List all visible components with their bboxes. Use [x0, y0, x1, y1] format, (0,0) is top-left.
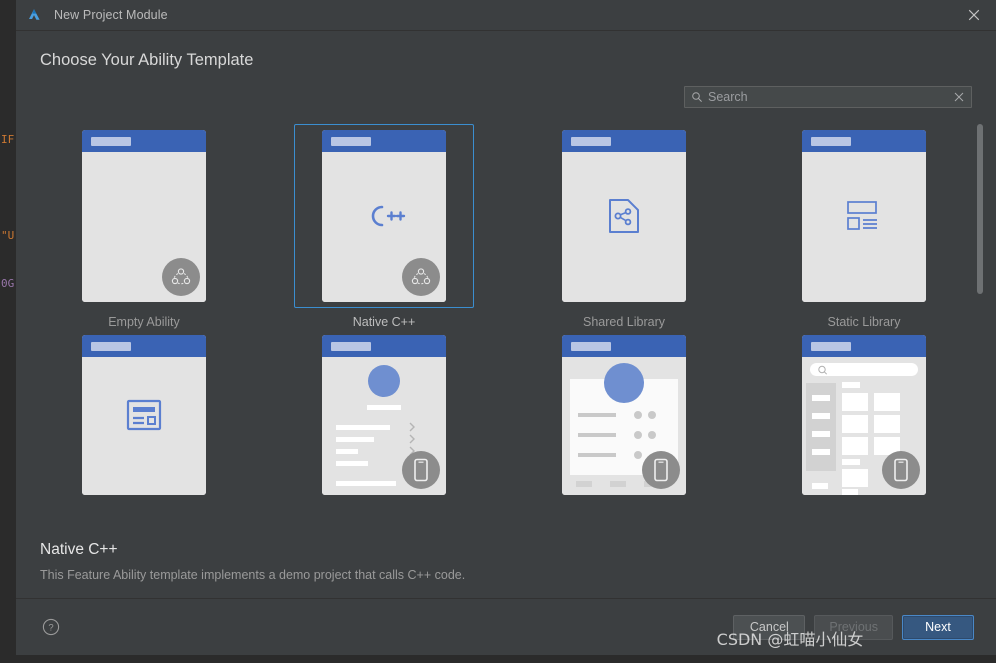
library-layout-icon	[802, 200, 926, 232]
template-label: Static Library	[827, 315, 901, 329]
template-card-shared-library[interactable]: Shared Library	[504, 124, 744, 329]
svg-text:?: ?	[48, 623, 53, 634]
template-card-frame[interactable]	[54, 329, 234, 501]
cancel-button[interactable]: Cancel	[733, 614, 806, 640]
template-preview	[562, 335, 686, 495]
preview-appbar	[82, 335, 206, 357]
template-card-empty-ability[interactable]: Empty Ability	[24, 124, 264, 329]
preview-appbar	[802, 335, 926, 357]
template-preview	[82, 130, 206, 302]
new-project-module-dialog: New Project Module Choose Your Ability T…	[16, 0, 996, 655]
template-preview	[562, 130, 686, 302]
template-card-row2-4[interactable]	[744, 329, 984, 501]
page-title: Choose Your Ability Template	[40, 51, 254, 69]
template-card-frame[interactable]	[534, 124, 714, 308]
preview-appbar	[322, 130, 446, 152]
footer-buttons: Cancel Previous Next	[733, 614, 974, 640]
search-row	[16, 86, 996, 110]
ability-nodes-icon	[162, 258, 200, 296]
template-list[interactable]: Empty Ability Native C++ Shared Library …	[16, 124, 996, 516]
template-preview	[322, 130, 446, 302]
search-icon	[691, 91, 703, 103]
template-card-frame[interactable]	[534, 329, 714, 501]
template-card-static-library[interactable]: Static Library	[744, 124, 984, 329]
dialog-titlebar: New Project Module	[16, 0, 996, 31]
template-scrollbar[interactable]	[976, 124, 984, 516]
template-card-native-cpp[interactable]: Native C++	[264, 124, 504, 329]
clear-search-icon[interactable]	[949, 87, 969, 107]
help-circle-icon[interactable]: ?	[42, 618, 60, 636]
template-preview	[322, 335, 446, 495]
shared-file-icon	[562, 198, 686, 234]
dialog-title: New Project Module	[54, 8, 168, 22]
search-box[interactable]	[684, 86, 972, 108]
next-button[interactable]: Next	[902, 614, 974, 640]
search-input[interactable]	[703, 87, 949, 107]
preview-appbar	[82, 130, 206, 152]
card-layout-icon	[82, 399, 206, 431]
preview-appbar	[322, 335, 446, 357]
template-description: Native C++ This Feature Ability template…	[40, 541, 465, 582]
phone-icon	[882, 451, 920, 489]
template-card-row2-3[interactable]	[504, 329, 744, 501]
cpp-logo-icon	[322, 201, 446, 231]
template-preview	[82, 335, 206, 495]
previous-button[interactable]: Previous	[814, 614, 893, 640]
template-card-frame[interactable]	[294, 329, 474, 501]
dialog-body: Choose Your Ability Template Search Empt…	[16, 31, 996, 598]
template-card-frame[interactable]	[294, 124, 474, 308]
template-card-row2-1[interactable]	[24, 329, 264, 501]
template-label: Empty Ability	[108, 315, 180, 329]
screen: IF "U 0G UE UE UE UE UE	[0, 0, 996, 663]
template-card-frame[interactable]	[774, 329, 954, 501]
phone-icon	[642, 451, 680, 489]
close-icon[interactable]	[960, 3, 988, 27]
deveco-studio-logo-icon	[26, 7, 42, 23]
template-card-row2-2[interactable]	[264, 329, 504, 501]
description-title: Native C++	[40, 541, 118, 558]
preview-appbar	[802, 130, 926, 152]
template-grid: Empty Ability Native C++ Shared Library …	[16, 124, 996, 501]
preview-appbar	[562, 335, 686, 357]
description-text: This Feature Ability template implements…	[40, 568, 466, 582]
template-card-frame[interactable]	[774, 124, 954, 308]
template-label: Shared Library	[583, 315, 665, 329]
scrollbar-thumb[interactable]	[977, 124, 983, 294]
ability-nodes-icon	[402, 258, 440, 296]
template-preview	[802, 335, 926, 495]
preview-appbar	[562, 130, 686, 152]
template-preview	[802, 130, 926, 302]
template-card-frame[interactable]	[54, 124, 234, 308]
dialog-footer: ? Cancel Previous Next	[16, 598, 996, 655]
template-label: Native C++	[352, 315, 416, 329]
phone-icon	[402, 451, 440, 489]
